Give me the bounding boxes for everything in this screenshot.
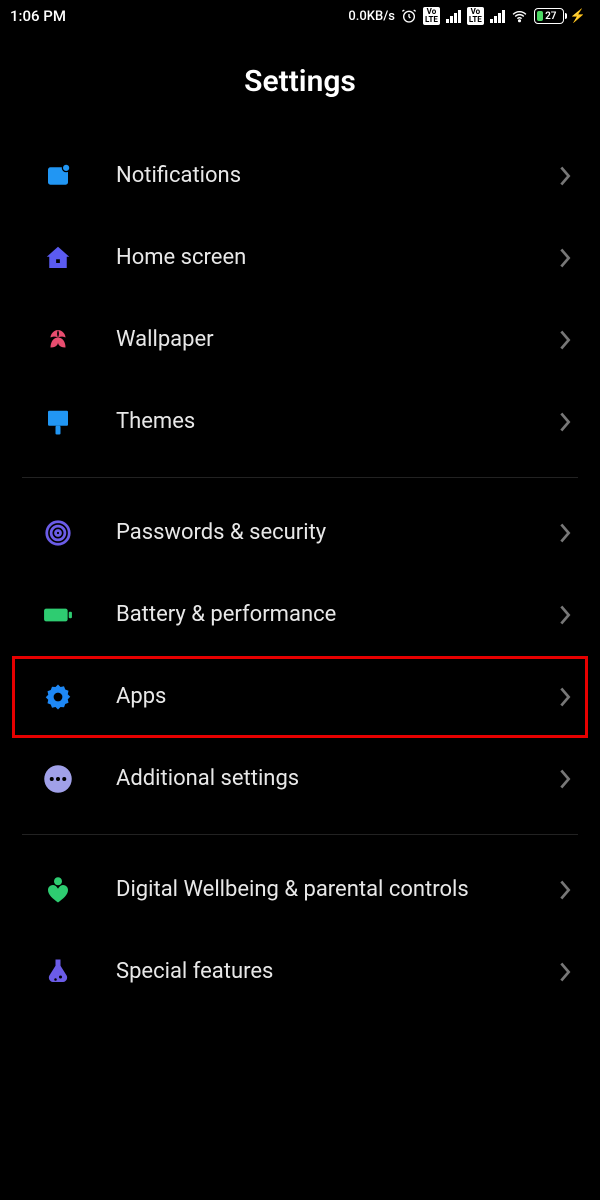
gear-icon	[38, 682, 78, 712]
settings-row-themes[interactable]: Themes	[0, 381, 600, 463]
chevron-right-icon	[558, 604, 572, 626]
chevron-right-icon	[558, 879, 572, 901]
settings-row-label: Notifications	[116, 162, 558, 190]
settings-row-label: Battery & performance	[116, 601, 558, 629]
settings-row-special[interactable]: Special features	[0, 931, 600, 1013]
signal-bars-2	[490, 9, 505, 23]
home-icon	[38, 243, 78, 273]
chevron-right-icon	[558, 686, 572, 708]
status-net-speed: 0.0KB/s	[348, 9, 395, 24]
chevron-right-icon	[558, 522, 572, 544]
settings-row-apps[interactable]: Apps	[12, 656, 588, 738]
alarm-icon	[401, 8, 417, 24]
settings-row-label: Apps	[116, 683, 558, 711]
signal-bars-1	[446, 9, 461, 23]
flask-icon	[38, 957, 78, 987]
settings-row-label: Additional settings	[116, 765, 558, 793]
settings-row-label: Passwords & security	[116, 519, 558, 547]
settings-row-label: Home screen	[116, 244, 558, 272]
volte-badge-1: VoLTE	[423, 7, 440, 25]
settings-row-passwords-security[interactable]: Passwords & security	[0, 492, 600, 574]
chevron-right-icon	[558, 961, 572, 983]
wallpaper-icon	[38, 325, 78, 355]
chevron-right-icon	[558, 768, 572, 790]
status-bar: 1:06 PM 0.0KB/s VoLTE VoLTE 27 ⚡	[0, 0, 600, 32]
settings-row-label: Wallpaper	[116, 326, 558, 354]
settings-row-additional[interactable]: Additional settings	[0, 738, 600, 820]
settings-row-notifications[interactable]: Notifications	[0, 135, 600, 217]
volte-badge-2: VoLTE	[467, 7, 484, 25]
status-time: 1:06 PM	[10, 7, 66, 25]
wifi-icon	[511, 8, 528, 25]
settings-row-label: Special features	[116, 958, 558, 986]
battery-icon	[38, 600, 78, 630]
themes-icon	[38, 407, 78, 437]
settings-row-battery[interactable]: Battery & performance	[0, 574, 600, 656]
chevron-right-icon	[558, 329, 572, 351]
divider	[22, 834, 578, 835]
fingerprint-icon	[38, 518, 78, 548]
settings-row-home-screen[interactable]: Home screen	[0, 217, 600, 299]
notifications-icon	[38, 161, 78, 191]
ellipsis-icon	[38, 764, 78, 794]
settings-row-wallpaper[interactable]: Wallpaper	[0, 299, 600, 381]
settings-group-1: Notifications Home screen Wallpaper Them…	[0, 135, 600, 463]
charging-icon: ⚡	[570, 9, 586, 24]
settings-row-wellbeing[interactable]: Digital Wellbeing & parental controls	[0, 849, 600, 931]
chevron-right-icon	[558, 247, 572, 269]
settings-row-label: Themes	[116, 408, 558, 436]
heart-icon	[38, 875, 78, 905]
settings-group-3: Digital Wellbeing & parental controls Sp…	[0, 849, 600, 1013]
settings-group-2: Passwords & security Battery & performan…	[0, 492, 600, 820]
page-title: Settings	[0, 64, 600, 99]
divider	[22, 477, 578, 478]
chevron-right-icon	[558, 411, 572, 433]
settings-row-label: Digital Wellbeing & parental controls	[116, 876, 558, 904]
battery-indicator: 27	[534, 8, 564, 24]
chevron-right-icon	[558, 165, 572, 187]
